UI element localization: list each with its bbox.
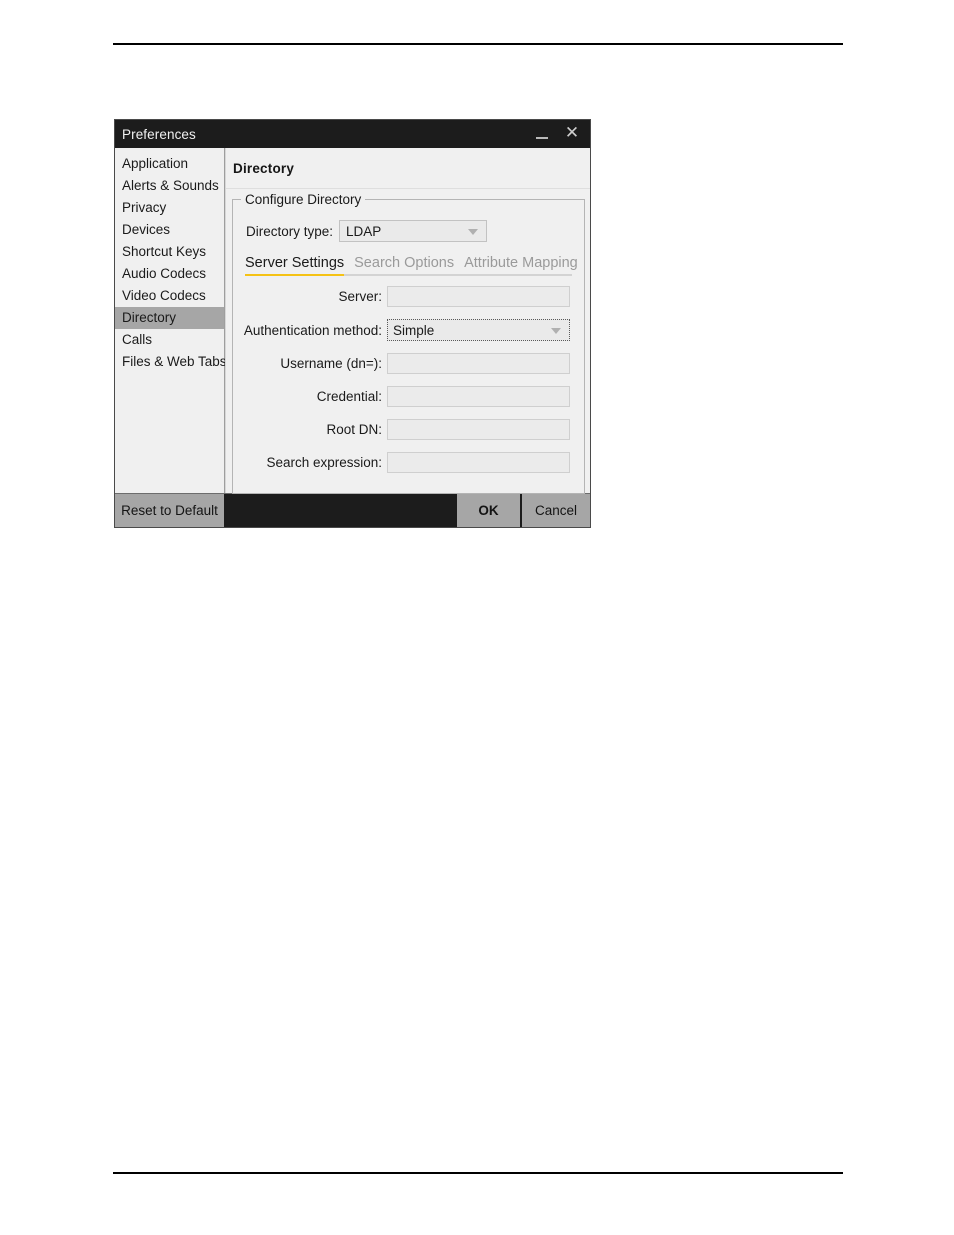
sidebar-item-directory[interactable]: Directory (115, 307, 224, 329)
page-bottom-rule (113, 1172, 843, 1174)
chevron-down-icon (551, 328, 561, 334)
form-row-authentication-method: Authentication method: Simple (241, 319, 576, 341)
sidebar-item-video-codecs[interactable]: Video Codecs (115, 285, 224, 307)
root-dn-input[interactable] (387, 419, 570, 440)
server-input[interactable] (387, 286, 570, 307)
close-icon[interactable]: ✕ (558, 120, 586, 148)
minimize-icon[interactable] (528, 121, 556, 147)
content-header-divider (226, 188, 590, 189)
dialog-footer: Reset to Default OK Cancel (115, 493, 590, 527)
authentication-method-select[interactable]: Simple (387, 319, 570, 341)
sidebar-item-files-web-tabs[interactable]: Files & Web Tabs (115, 351, 227, 373)
directory-type-label: Directory type: (246, 223, 334, 239)
dialog-title: Preferences (122, 126, 196, 142)
groupbox-title: Configure Directory (241, 192, 366, 207)
sidebar-item-shortcut-keys[interactable]: Shortcut Keys (115, 241, 224, 263)
footer-spacer (225, 494, 457, 527)
search-expression-input[interactable] (387, 452, 570, 473)
tab-search-options[interactable]: Search Options (354, 255, 454, 274)
page-top-rule (113, 43, 843, 45)
configure-directory-groupbox: Configure Directory Directory type: LDAP… (232, 192, 585, 494)
sidebar-item-alerts-sounds[interactable]: Alerts & Sounds (115, 175, 224, 197)
preferences-content: Directory Configure Directory Directory … (225, 148, 590, 494)
form-row-username: Username (dn=): (241, 353, 576, 374)
tab-server-settings[interactable]: Server Settings (245, 255, 345, 276)
search-expression-label: Search expression: (266, 455, 382, 470)
page-title: Directory (233, 161, 295, 176)
username-input[interactable] (387, 353, 570, 374)
sidebar-item-calls[interactable]: Calls (115, 329, 224, 351)
directory-type-row: Directory type: LDAP (246, 220, 576, 242)
tab-attribute-mapping[interactable]: Attribute Mapping (464, 255, 578, 274)
server-label: Server: (338, 289, 382, 304)
directory-tabs: Server Settings Search Options Attribute… (245, 255, 578, 276)
server-settings-form: Server: Authentication method: Simple Us… (241, 286, 576, 473)
sidebar-item-devices[interactable]: Devices (115, 219, 224, 241)
preferences-sidebar: Application Alerts & Sounds Privacy Devi… (115, 148, 227, 493)
cancel-button[interactable]: Cancel (522, 494, 590, 527)
directory-type-value: LDAP (346, 223, 382, 239)
directory-type-select[interactable]: LDAP (339, 220, 488, 242)
authentication-method-value: Simple (393, 322, 435, 338)
username-label: Username (dn=): (280, 356, 382, 371)
form-row-server: Server: (241, 286, 576, 307)
chevron-down-icon (468, 229, 479, 235)
root-dn-label: Root DN: (326, 422, 382, 437)
ok-button[interactable]: OK (457, 494, 522, 527)
sidebar-item-application[interactable]: Application (115, 153, 224, 175)
window-controls: ✕ (528, 120, 586, 148)
preferences-dialog: Preferences ✕ Application Alerts & Sound… (114, 119, 591, 528)
credential-label: Credential: (316, 389, 382, 404)
authentication-method-label: Authentication method: (243, 322, 382, 338)
reset-to-default-button[interactable]: Reset to Default (115, 494, 225, 527)
sidebar-item-audio-codecs[interactable]: Audio Codecs (115, 263, 224, 285)
form-row-credential: Credential: (241, 386, 576, 407)
dialog-titlebar: Preferences ✕ (115, 120, 590, 148)
credential-input[interactable] (387, 386, 570, 407)
dialog-body: Application Alerts & Sounds Privacy Devi… (115, 148, 590, 494)
form-row-root-dn: Root DN: (241, 419, 576, 440)
form-row-search-expression: Search expression: (241, 452, 576, 473)
sidebar-item-privacy[interactable]: Privacy (115, 197, 224, 219)
